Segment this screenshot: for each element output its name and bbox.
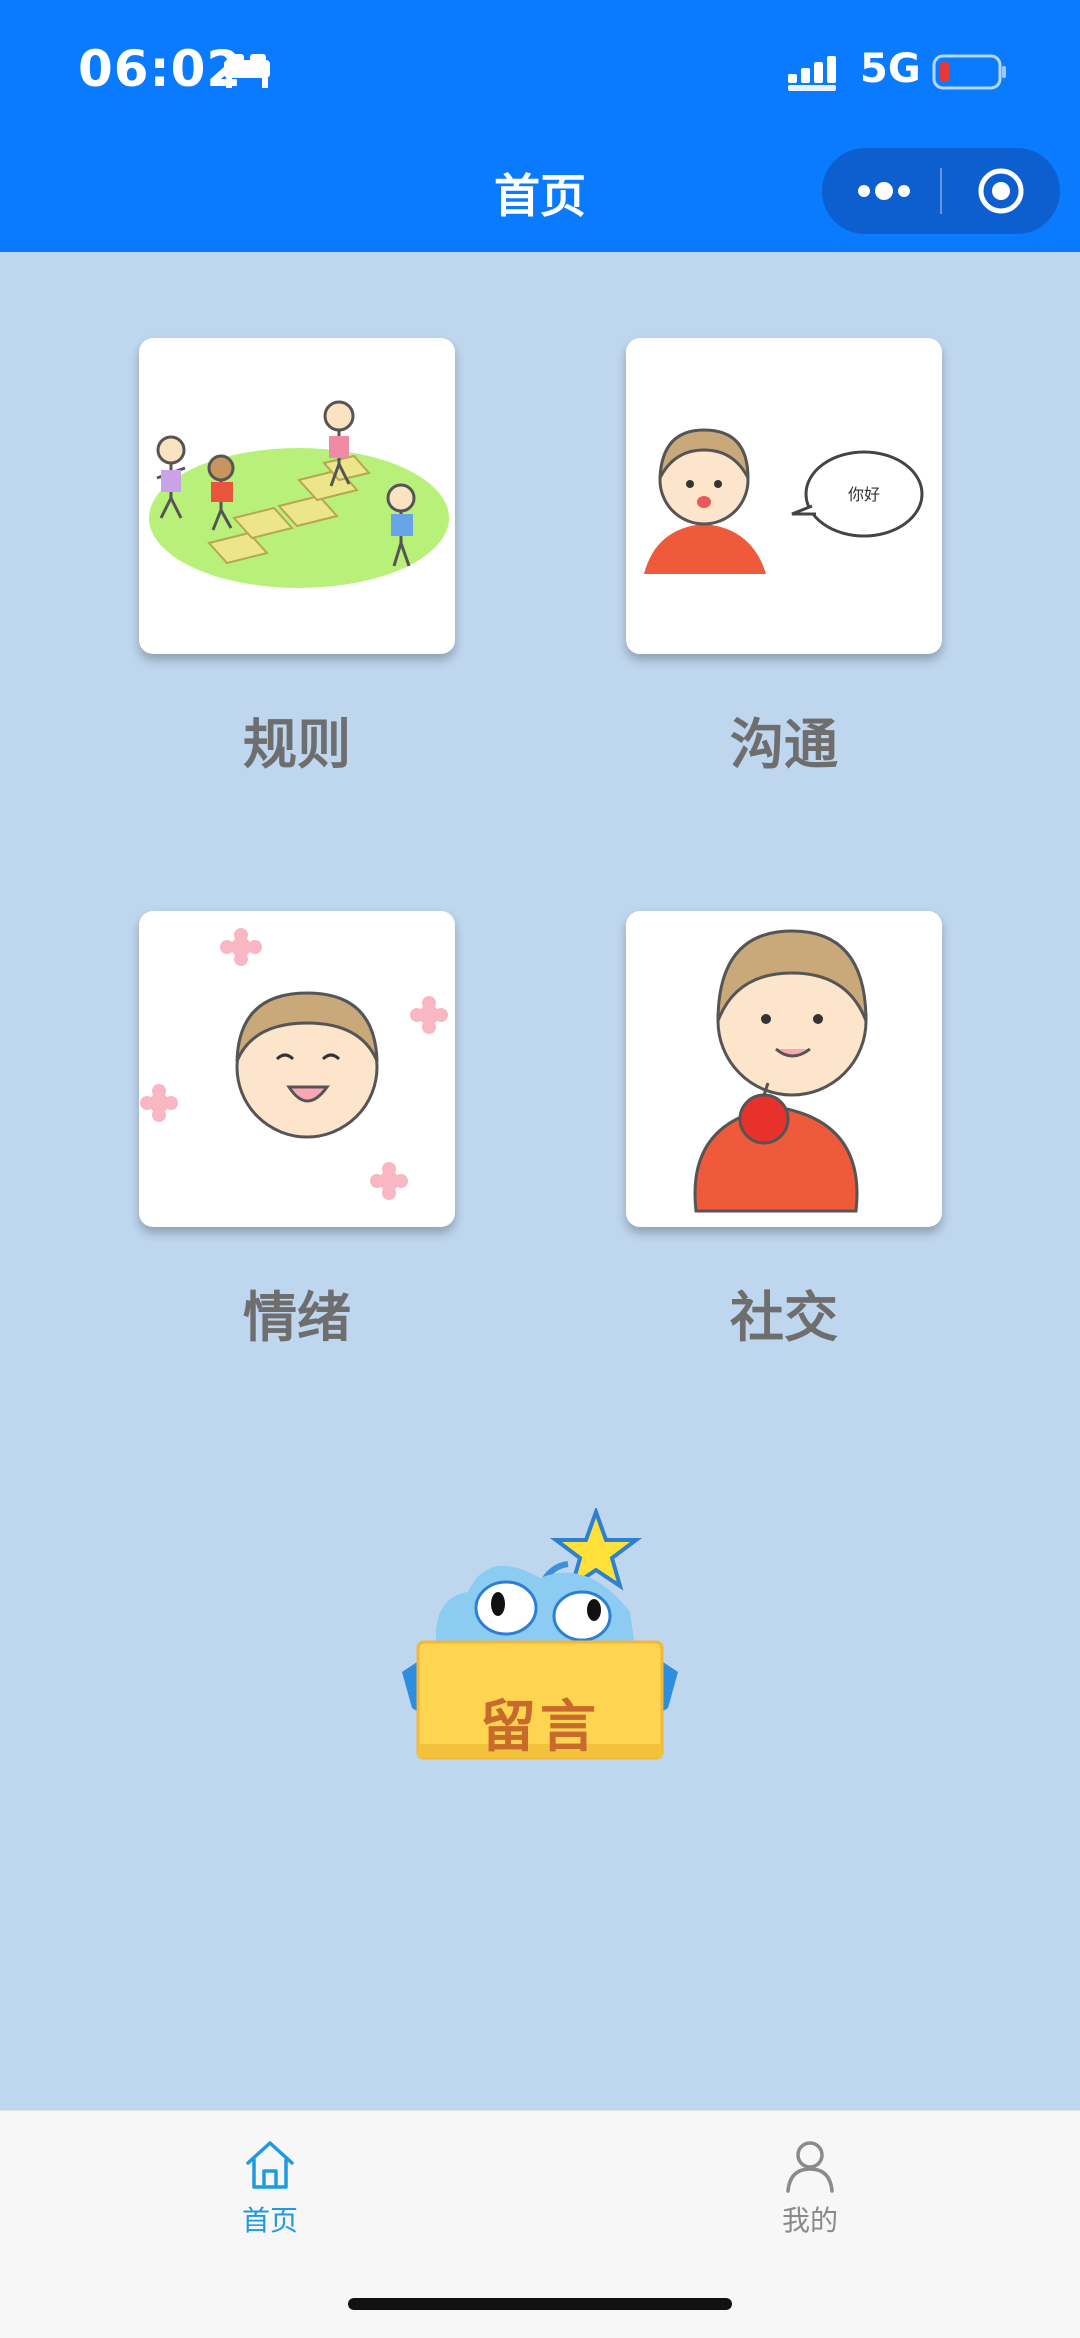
signal-icon xyxy=(788,56,836,91)
home-icon xyxy=(246,2141,294,2189)
category-card-social[interactable] xyxy=(626,911,942,1227)
category-label-emotion[interactable]: 情绪 xyxy=(139,1273,455,1352)
category-label-rules[interactable]: 规则 xyxy=(139,700,455,779)
close-target-icon[interactable] xyxy=(976,166,1026,216)
home-indicator xyxy=(348,2298,732,2310)
tab-mine-label: 我的 xyxy=(781,2204,838,2237)
speech-bubble-text: 你好 xyxy=(848,485,880,504)
category-label-social[interactable]: 社交 xyxy=(626,1273,942,1352)
person-icon xyxy=(786,2141,834,2193)
category-label-communication[interactable]: 沟通 xyxy=(626,700,942,779)
category-card-rules[interactable] xyxy=(139,338,455,654)
hopscotch-illustration xyxy=(149,400,449,588)
battery-icon xyxy=(932,54,1006,90)
category-card-communication[interactable]: 你好 xyxy=(626,338,942,654)
more-icon[interactable] xyxy=(856,176,912,206)
bed-icon xyxy=(224,54,270,88)
capsule-divider xyxy=(940,168,942,214)
tab-home[interactable]: 首页 xyxy=(170,2127,370,2239)
tab-home-label: 首页 xyxy=(241,2204,298,2237)
network-type: 5G xyxy=(860,46,921,92)
boy-with-apple-illustration xyxy=(693,929,868,1213)
status-time: 06:02 xyxy=(78,40,243,98)
miniprogram-capsule xyxy=(822,148,1060,234)
category-card-emotion[interactable] xyxy=(139,911,455,1227)
greeting-boy-illustration: 你好 xyxy=(644,428,924,574)
navigation-bar: 06:02 5G 首页 xyxy=(0,0,1080,252)
message-button-label[interactable]: 留言 xyxy=(430,1682,650,1763)
happy-face-illustration xyxy=(140,928,448,1200)
tab-mine[interactable]: 我的 xyxy=(710,2127,910,2239)
